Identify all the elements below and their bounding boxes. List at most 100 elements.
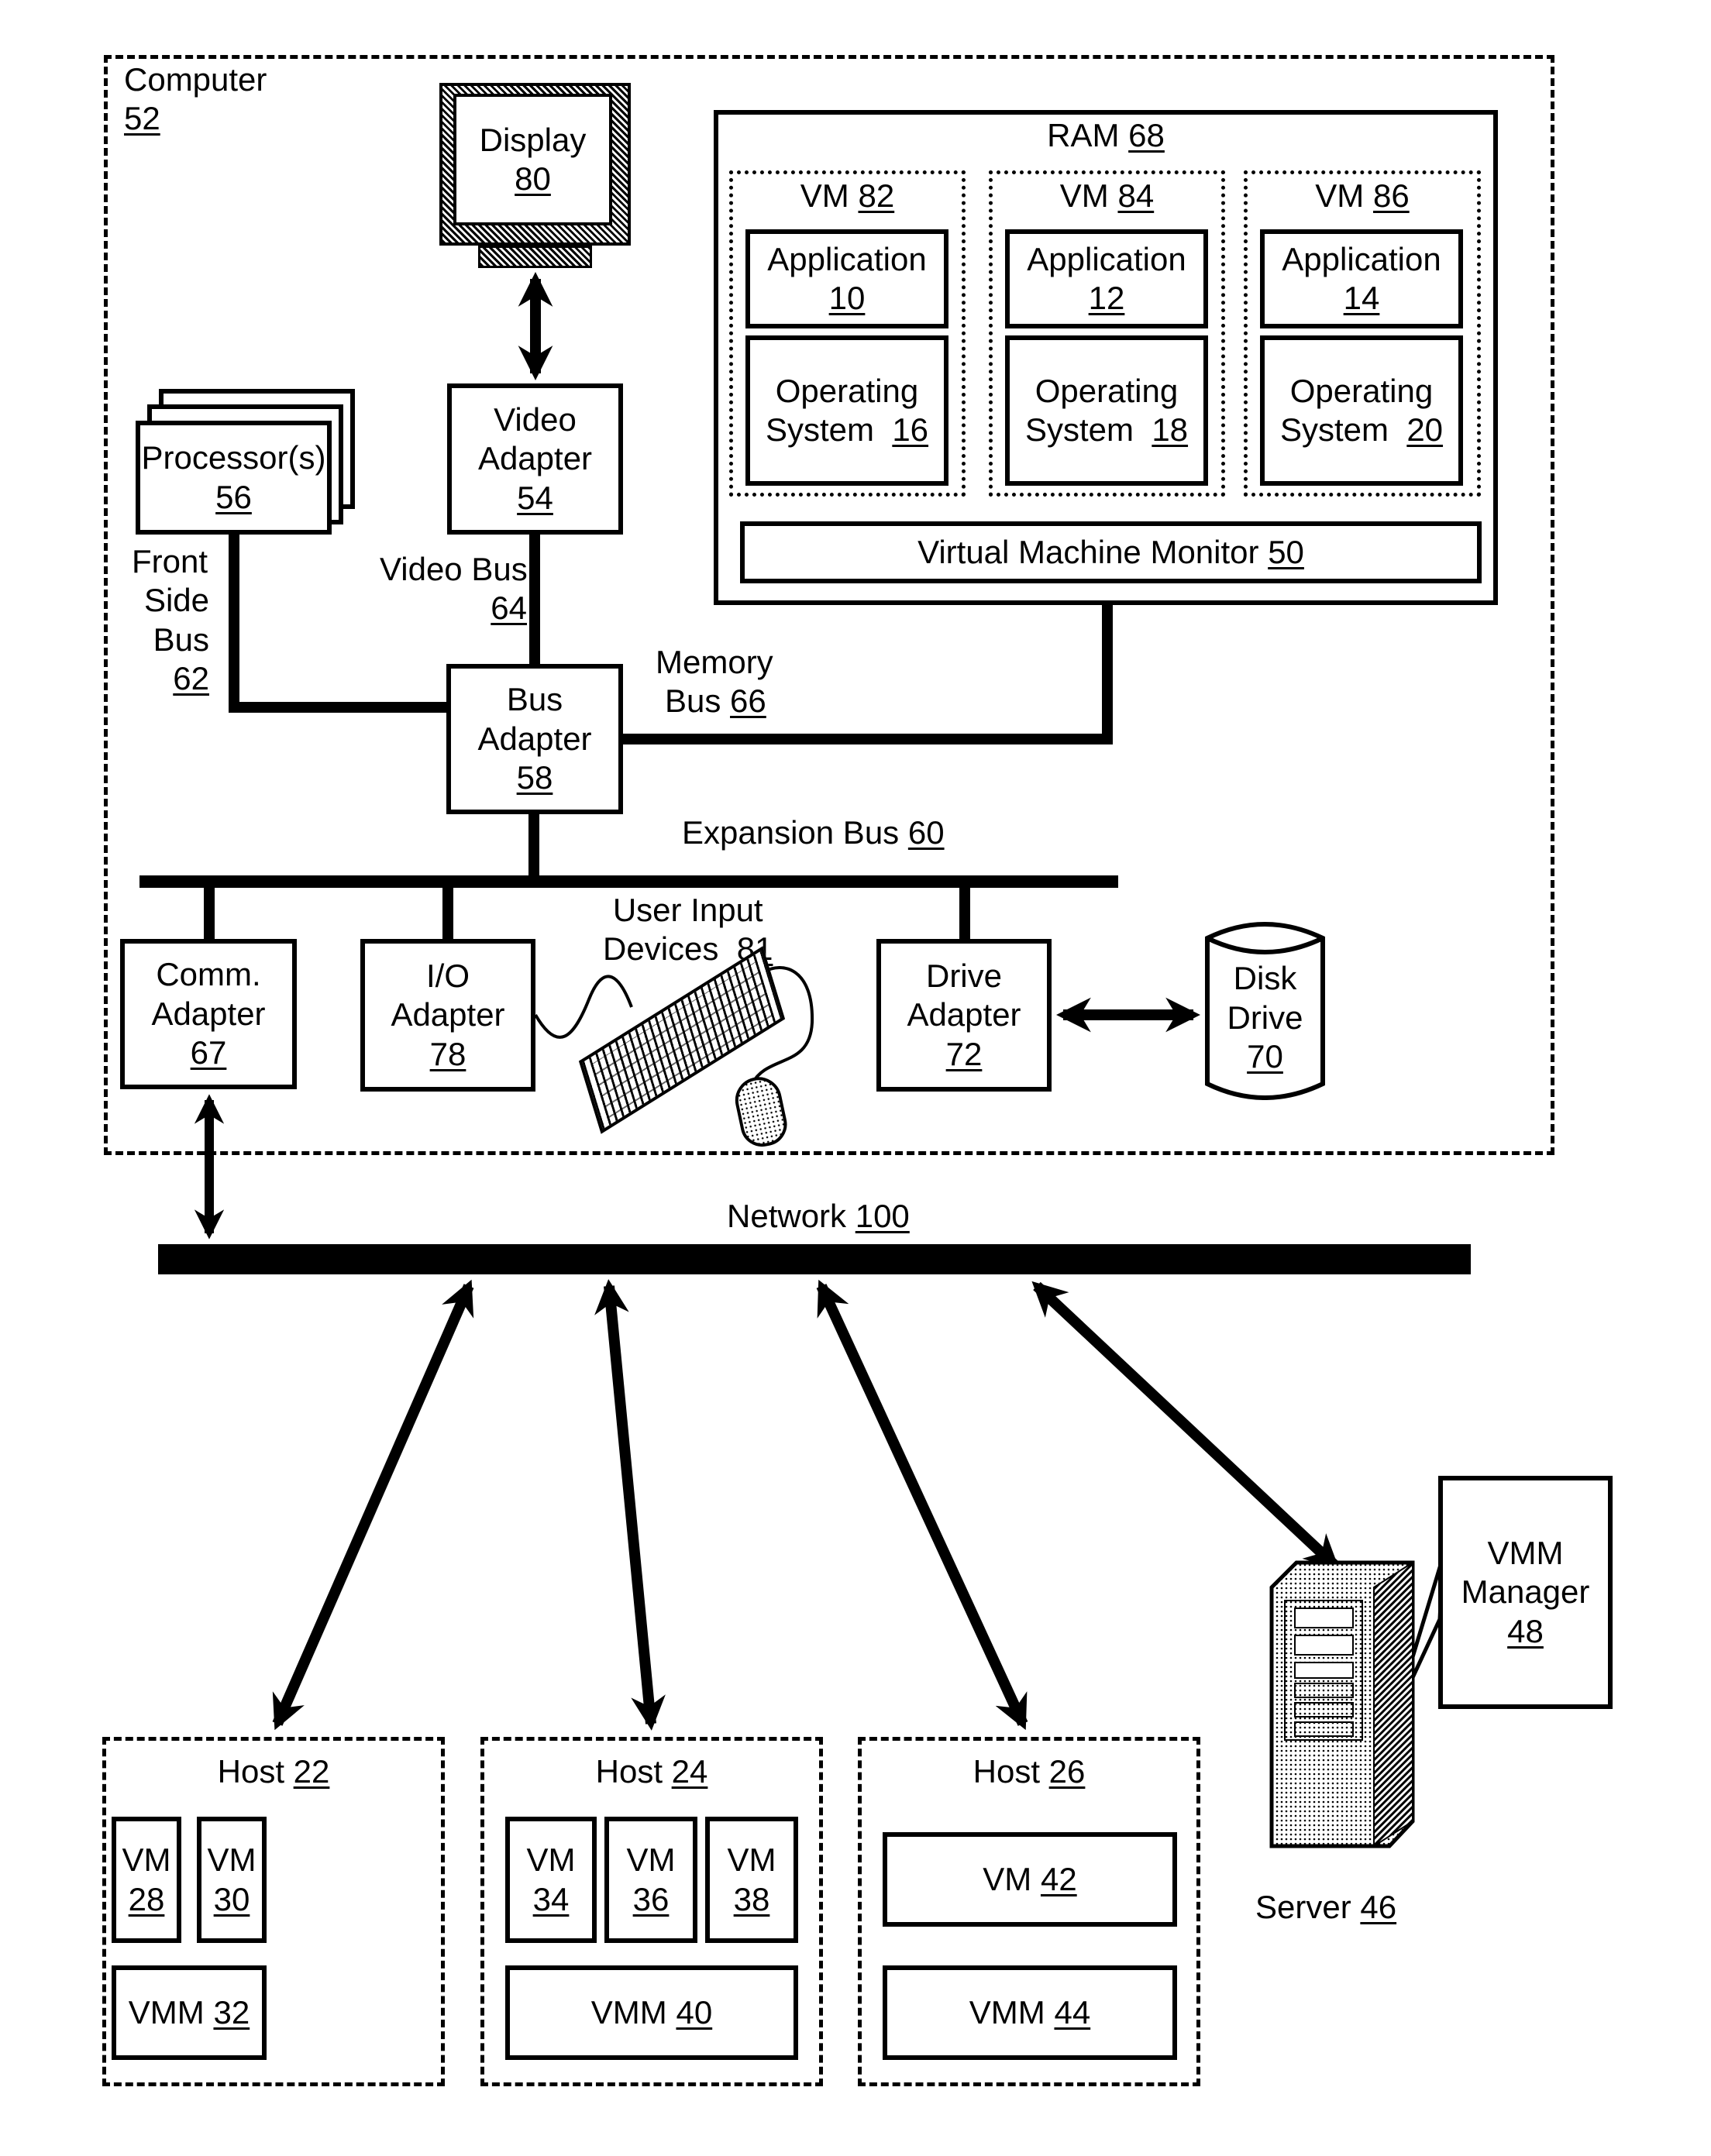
os-18-box: Operating System 18	[1005, 335, 1208, 486]
network-bar	[158, 1244, 1471, 1274]
vmm-50-label: Virtual Machine Monitor	[917, 533, 1259, 570]
computer-ref: 52	[124, 100, 160, 137]
processors-box: Processor(s) 56	[136, 421, 332, 535]
vmm-50-box: Virtual Machine Monitor 50	[740, 521, 1482, 583]
application-12-label: Application	[1027, 240, 1186, 277]
vmm-manager-box: VMM Manager 48	[1438, 1476, 1613, 1709]
network-label: Network 100	[727, 1197, 910, 1236]
os-18-line2: System 18	[1025, 411, 1188, 449]
vm-38-box: VM 38	[705, 1817, 798, 1943]
video-bus-label: Video Bus 64	[380, 550, 528, 628]
os-18-ref: 18	[1152, 411, 1189, 448]
network-host22-arrow	[272, 1279, 474, 1731]
os-16-box: Operating System 16	[745, 335, 948, 486]
vm-30-box: VM 30	[197, 1817, 267, 1943]
host-24-label: Host 24	[480, 1752, 823, 1791]
vm-82-label: VM 82	[729, 177, 966, 215]
vmm-40-label: VMM	[590, 1993, 667, 2030]
memory-bus-ref: 66	[730, 683, 766, 720]
display-monitor-icon: Display 80	[439, 83, 631, 268]
comm-adapter-ref: 67	[190, 1034, 227, 1071]
expansion-bus-label: Expansion Bus 60	[682, 813, 945, 852]
video-bus-ref: 64	[491, 590, 527, 627]
vmm-44-box: VMM 44	[883, 1965, 1177, 2060]
vm-34-ref: 34	[532, 1880, 570, 1917]
vmm-32-box: VMM 32	[112, 1965, 267, 2060]
disk-drive-text: Disk Drive 70	[1204, 944, 1326, 1092]
host-24-title: Host	[595, 1753, 663, 1790]
vm-86-label: VM 86	[1244, 177, 1481, 215]
host-24-ref: 24	[671, 1753, 708, 1790]
os-16-line2: System 16	[766, 411, 928, 449]
vm-38-ref: 38	[733, 1880, 770, 1917]
io-adapter-box: I/O Adapter 78	[360, 939, 535, 1092]
vmm-40-box: VMM 40	[505, 1965, 798, 2060]
comm-adapter-line2: Adapter	[151, 995, 266, 1032]
video-adapter-box: Video Adapter 54	[447, 383, 623, 535]
server-label: Server 46	[1255, 1888, 1396, 1927]
server-ref: 46	[1360, 1889, 1397, 1925]
io-adapter-line1: I/O	[425, 957, 470, 994]
vm-30-label: VM	[207, 1841, 256, 1879]
server-title: Server	[1255, 1889, 1351, 1925]
vm-28-label: VM	[122, 1841, 171, 1879]
vmm-44-label: VMM	[969, 1993, 1045, 2030]
memory-bus-line1: Memory	[656, 644, 773, 680]
vm-86-ref: 86	[1372, 177, 1410, 214]
front-side-bus-label: Front Side Bus 62	[132, 542, 209, 699]
bus-adapter-line2: Adapter	[477, 720, 592, 757]
vm-42-ref: 42	[1040, 1860, 1077, 1897]
network-host24-arrow	[594, 1279, 666, 1731]
vmm-manager-line2: Manager	[1461, 1573, 1590, 1611]
vm-28-box: VM 28	[112, 1817, 181, 1943]
application-14-label: Application	[1282, 240, 1441, 277]
expansion-bus-ref: 60	[907, 814, 945, 851]
application-14-box: Application 14	[1260, 229, 1463, 328]
ram-label: RAM 68	[714, 116, 1498, 155]
os-20-line2: System 20	[1280, 411, 1443, 449]
memory-bus-word: Bus	[665, 683, 721, 720]
disk-drive-icon: Disk Drive 70	[1204, 921, 1326, 1100]
os-16-ref: 16	[892, 411, 929, 448]
drive-adapter-ref: 72	[945, 1035, 983, 1072]
vm-30-ref: 30	[213, 1880, 250, 1917]
display-ref: 80	[515, 160, 551, 197]
fsb-ref: 62	[173, 660, 209, 697]
drive-adapter-box: Drive Adapter 72	[876, 939, 1052, 1092]
user-input-line1: User Input	[612, 892, 763, 928]
vm-38-label: VM	[727, 1841, 776, 1879]
network-text: Network	[727, 1198, 847, 1234]
network-server-arrow	[1031, 1281, 1340, 1570]
video-adapter-line2: Adapter	[477, 440, 593, 477]
vmm-32-ref: 32	[213, 1993, 250, 2030]
io-adapter-ref: 78	[429, 1035, 466, 1072]
vm-82-ref: 82	[858, 177, 895, 214]
os-16-word: System	[765, 411, 874, 448]
host-22-label: Host 22	[102, 1752, 445, 1791]
application-10-ref: 10	[828, 280, 866, 316]
fsb-line1: Front	[132, 543, 208, 579]
host-26-label: Host 26	[858, 1752, 1200, 1791]
os-18-line1: Operating	[1035, 372, 1179, 409]
bus-adapter-ref: 58	[516, 759, 553, 796]
drive-adapter-line1: Drive	[925, 957, 1002, 994]
vm-86-title: VM	[1315, 177, 1365, 214]
server-tower-icon	[1265, 1558, 1418, 1884]
network-ref: 100	[855, 1198, 910, 1234]
display-screen: Display 80	[453, 94, 612, 225]
vmm-50-ref: 50	[1268, 533, 1304, 570]
disk-drive-line2: Drive	[1227, 999, 1303, 1036]
fsb-line2: Side	[143, 582, 209, 619]
vmm-44-ref: 44	[1054, 1993, 1091, 2030]
vm-34-box: VM 34	[505, 1817, 597, 1943]
ram-title: RAM	[1047, 117, 1120, 153]
os-20-word: System	[1279, 411, 1389, 448]
vm-36-ref: 36	[632, 1880, 670, 1917]
expansion-bus-text: Expansion Bus	[682, 814, 900, 851]
server-tower-shape	[1269, 1560, 1415, 1848]
fsb-line3: Bus	[153, 621, 209, 658]
computer-label: Computer 52	[124, 60, 267, 139]
computer-title: Computer	[124, 61, 267, 98]
ram-ref: 68	[1128, 117, 1165, 153]
vm-82-title: VM	[800, 177, 849, 214]
